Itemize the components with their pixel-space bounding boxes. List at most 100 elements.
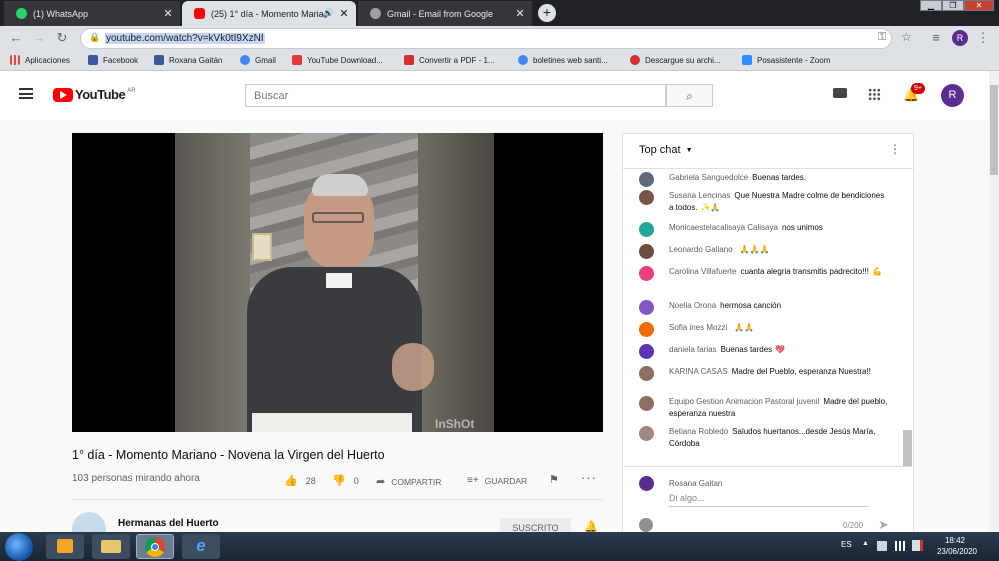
caret-down-icon: ▼ [685,146,693,154]
bookmark-gmail[interactable]: Gmail [240,55,276,65]
bookmark-apps[interactable]: Aplicaciones [10,55,70,65]
tray-expand-icon[interactable]: ▲ [862,540,869,547]
chat-author-avatar[interactable] [639,322,654,337]
chat-author[interactable]: Carolina Villafuerte [669,267,736,276]
chrome-icon[interactable] [136,534,174,559]
chat-message-body: Noelia Orona hermosa canción [669,300,889,312]
bookmark-descargue[interactable]: Descargue su archi... [630,55,721,65]
internet-explorer-icon[interactable]: e [182,534,220,559]
block-icon [630,55,640,65]
account-avatar[interactable]: R [941,84,964,107]
bookmark-pdf[interactable]: Convertir a PDF - 1... [404,55,495,65]
share-button[interactable]: ➦ COMPARTIR [376,475,441,488]
close-icon[interactable]: ✕ [336,7,352,20]
chat-author-avatar[interactable] [639,172,654,187]
chat-author-avatar[interactable] [639,300,654,315]
emoji-icon[interactable] [639,518,653,532]
back-icon[interactable]: ← [8,30,24,45]
video-player[interactable]: InShOt [72,133,603,432]
network-tray-icon[interactable] [877,541,887,551]
menu-kebab-icon[interactable]: ⋮ [975,30,991,46]
send-icon[interactable]: ➤ [878,517,889,533]
close-icon[interactable]: ✕ [160,7,176,20]
key-icon[interactable]: ⚿ [878,31,886,44]
like-button[interactable]: 👍 28 [284,474,316,487]
save-button[interactable]: ≡+ GUARDAR [467,475,527,486]
bookmark-facebook[interactable]: Facebook [88,55,138,65]
chat-message-body: Leonardo Galiano 🙏🙏🙏 [669,244,889,256]
language-indicator[interactable]: ES [841,540,852,549]
create-video-icon[interactable] [833,88,847,98]
flag-icon[interactable]: ⚑ [549,473,559,486]
start-button[interactable] [5,533,33,561]
url-text[interactable]: youtube.com/watch?v=kVk0tI9XzNI [105,33,265,44]
chat-author[interactable]: KARINA CASAS [669,367,728,376]
bookmark-roxana[interactable]: Roxana Gaitán [154,55,222,65]
chat-menu-icon[interactable]: ⋮ [889,142,901,156]
bookmark-youtube-download[interactable]: YouTube Download... [292,55,383,65]
media-control-icon[interactable]: ≡ [928,30,944,45]
chat-mode-label: Top chat [639,144,681,156]
apps-grid-icon[interactable] [868,88,881,101]
more-options-icon[interactable]: ··· [581,470,597,485]
chat-author[interactable]: Betiana Robledo [669,427,728,436]
page-scrollbar[interactable] [989,71,999,532]
chat-message: Leonardo Galiano 🙏🙏🙏 [639,244,889,259]
reload-icon[interactable]: ↻ [54,30,70,46]
chat-author[interactable]: Monicaestelacalisaya Calisaya [669,223,778,232]
search-input[interactable]: Buscar [245,84,666,107]
file-explorer-icon[interactable] [92,534,130,559]
chat-scrollbar[interactable] [903,430,912,466]
youtube-logo[interactable]: YouTube AR [53,87,136,102]
close-icon[interactable]: ✕ [512,7,528,20]
minimize-button[interactable]: ▁ [920,0,942,11]
star-icon[interactable]: ☆ [901,30,912,44]
chat-author-avatar[interactable] [639,244,654,259]
tab-whatsapp[interactable]: (1) WhatsApp ✕ [4,1,180,26]
forward-icon[interactable]: → [31,30,47,45]
chat-author[interactable]: Gabriela Sanguedolce [669,173,748,182]
channel-name[interactable]: Hermanas del Huerto [118,518,219,529]
chat-text: Madre del Pueblo, esperanza Nuestra!! [731,367,871,376]
chat-author[interactable]: Equipo Gestion Animacion Pastoral juveni… [669,397,819,406]
bookmark-label: Roxana Gaitán [169,55,223,65]
clock-date[interactable]: 23/06/2020 [935,547,979,556]
bookmark-boletines[interactable]: boletines web santi... [518,55,608,65]
tab-gmail[interactable]: Gmail - Email from Google ✕ [358,1,532,26]
chat-input[interactable]: Di algo... [669,493,869,507]
close-window-button[interactable]: ✕ [964,0,994,11]
chat-mode-dropdown[interactable]: Top chat ▼ [639,144,693,156]
chat-author[interactable]: Leonardo Galiano [669,245,733,254]
playlist-add-icon: ≡+ [467,475,479,486]
youtube-header: YouTube AR Buscar ⌕ 🔔 9+ R [0,71,989,120]
tab-youtube[interactable]: (25) 1° día - Momento Maria 🔊 ✕ [182,1,356,26]
new-tab-button[interactable]: + [538,4,556,22]
chat-author-avatar[interactable] [639,426,654,441]
speaker-icon[interactable]: 🔊 [323,8,334,19]
address-bar[interactable]: 🔒 youtube.com/watch?v=kVk0tI9XzNI ⚿ ☆ [80,28,912,49]
volume-icon[interactable] [912,540,923,551]
hamburger-menu-icon[interactable] [19,88,33,99]
chat-author-avatar[interactable] [639,190,654,205]
chat-author-avatar[interactable] [639,396,654,411]
chat-author-avatar[interactable] [639,266,654,281]
media-player-icon[interactable] [46,534,84,559]
tab-title: (1) WhatsApp [33,8,89,19]
search-button[interactable]: ⌕ [666,84,713,107]
chat-author[interactable]: Noelia Orona [669,301,716,310]
chat-author-avatar[interactable] [639,222,654,237]
clock-time[interactable]: 18:42 [935,536,975,545]
logo-text: YouTube [75,87,126,102]
chat-author-avatar[interactable] [639,344,654,359]
chat-author[interactable]: Sofia ines Mozzi [669,323,727,332]
chat-author-avatar[interactable] [639,366,654,381]
chat-author[interactable]: Susana Lencinas [669,191,730,200]
signal-icon[interactable] [895,541,905,551]
bookmark-label: Convertir a PDF - 1... [419,55,495,65]
chat-author[interactable]: daniela farias [669,345,717,354]
profile-avatar[interactable]: R [952,30,968,46]
paper [252,413,412,432]
maximize-button[interactable]: ❐ [942,0,964,11]
bookmark-zoom[interactable]: Posasistente - Zoom [742,55,830,65]
dislike-button[interactable]: 👎 0 [332,474,359,487]
